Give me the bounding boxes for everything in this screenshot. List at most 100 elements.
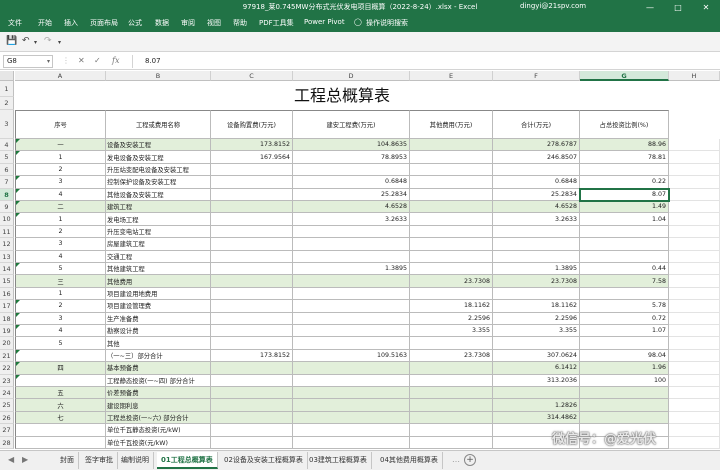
undo-icon[interactable]: ↶ <box>22 36 30 46</box>
table-cell[interactable] <box>211 275 293 288</box>
table-cell[interactable]: 246.8507 <box>493 151 580 164</box>
tab-home[interactable]: 开始 <box>38 18 52 28</box>
table-cell[interactable] <box>410 387 493 400</box>
table-cell[interactable] <box>669 250 720 263</box>
table-cell[interactable] <box>580 287 669 301</box>
table-cell[interactable]: 其他建筑工程 <box>106 263 211 276</box>
table-cell[interactable] <box>669 238 720 251</box>
row-header[interactable]: 21 <box>0 349 14 363</box>
table-cell[interactable]: 3.2633 <box>493 213 580 226</box>
table-cell[interactable] <box>580 411 669 425</box>
column-header-e[interactable]: E <box>410 71 493 81</box>
row-header[interactable]: 24 <box>0 387 14 400</box>
table-cell[interactable]: 价差预备费 <box>106 387 211 400</box>
table-cell[interactable] <box>669 201 720 214</box>
row-header[interactable]: 9 <box>0 201 14 214</box>
table-cell[interactable] <box>580 238 669 251</box>
table-cell[interactable]: 4 <box>15 325 106 338</box>
prev-sheet-icon[interactable]: ◀ <box>8 455 14 464</box>
table-cell[interactable] <box>669 225 720 239</box>
next-sheet-icon[interactable]: ▶ <box>22 455 28 464</box>
table-cell[interactable]: 173.8152 <box>211 139 293 152</box>
table-cell[interactable]: 1 <box>15 287 106 301</box>
save-icon[interactable]: 💾 <box>6 36 17 46</box>
table-cell[interactable]: （一~三）部分合计 <box>106 349 211 363</box>
table-cell[interactable]: 一 <box>15 139 106 152</box>
table-cell[interactable] <box>410 139 493 152</box>
table-cell[interactable] <box>580 387 669 400</box>
table-cell[interactable] <box>15 424 106 437</box>
table-cell[interactable]: 104.8635 <box>293 139 410 152</box>
table-cell[interactable] <box>580 225 669 239</box>
table-cell[interactable]: 4 <box>15 250 106 263</box>
table-cell[interactable]: 2 <box>15 225 106 239</box>
table-cell[interactable]: 升压变电站工程 <box>106 225 211 239</box>
table-cell[interactable] <box>293 300 410 313</box>
table-cell[interactable]: 4.6528 <box>293 201 410 214</box>
table-cell[interactable] <box>211 387 293 400</box>
table-cell[interactable]: 1.3895 <box>293 263 410 276</box>
table-cell[interactable]: 1 <box>15 151 106 164</box>
row-header[interactable]: 8 <box>0 188 14 201</box>
table-cell[interactable]: 78.81 <box>580 151 669 164</box>
table-cell[interactable] <box>669 163 720 177</box>
table-cell[interactable] <box>493 250 580 263</box>
table-cell[interactable] <box>15 436 106 449</box>
table-cell[interactable]: 1 <box>15 213 106 226</box>
sheet-tab[interactable]: 签字审批 <box>81 452 118 469</box>
row-header[interactable]: 10 <box>0 213 14 226</box>
table-cell[interactable]: 2 <box>15 300 106 313</box>
row-header[interactable]: 27 <box>0 424 14 437</box>
table-cell[interactable] <box>410 213 493 226</box>
tab-review[interactable]: 审阅 <box>181 18 195 28</box>
tab-help[interactable]: 帮助 <box>233 18 247 28</box>
table-cell[interactable]: 项目建设管理费 <box>106 300 211 313</box>
customize-toolbar-icon[interactable]: ▾ <box>58 39 61 46</box>
table-cell[interactable] <box>293 238 410 251</box>
table-cell[interactable] <box>211 399 293 412</box>
table-cell[interactable]: 发电设备及安装工程 <box>106 151 211 164</box>
table-cell[interactable]: 1.2826 <box>493 399 580 412</box>
table-cell[interactable] <box>493 163 580 177</box>
table-cell[interactable] <box>293 275 410 288</box>
table-cell[interactable] <box>211 312 293 325</box>
table-cell[interactable]: 278.6787 <box>493 139 580 152</box>
table-cell[interactable] <box>580 337 669 350</box>
worksheet-grid[interactable]: A B C D E F G H 1 2 3 工程总概算表 序号 工程或费用名称 设备购置费(万元) 建安工程费… <box>0 71 720 450</box>
table-cell[interactable] <box>410 238 493 251</box>
table-cell[interactable]: 3.2633 <box>293 213 410 226</box>
table-cell[interactable] <box>293 287 410 301</box>
row-header[interactable]: 14 <box>0 263 14 276</box>
table-cell[interactable] <box>669 387 720 400</box>
insert-function-icon[interactable]: fx <box>112 56 119 65</box>
table-cell[interactable]: 基本预备费 <box>106 362 211 375</box>
table-cell[interactable] <box>293 250 410 263</box>
table-cell[interactable] <box>669 436 720 449</box>
table-cell[interactable]: 设备及安装工程 <box>106 139 211 152</box>
table-cell[interactable]: 3.355 <box>410 325 493 338</box>
table-cell[interactable] <box>293 163 410 177</box>
table-cell[interactable]: 2.2596 <box>410 312 493 325</box>
table-cell[interactable]: 交通工程 <box>106 250 211 263</box>
table-cell[interactable]: 88.96 <box>580 139 669 152</box>
tab-power-pivot[interactable]: Power Pivot <box>304 18 345 26</box>
table-cell[interactable] <box>410 250 493 263</box>
table-cell[interactable]: 314.4862 <box>493 411 580 425</box>
table-cell[interactable]: 三 <box>15 275 106 288</box>
row-header[interactable]: 13 <box>0 250 14 263</box>
row-header[interactable]: 23 <box>0 374 14 387</box>
table-cell[interactable]: 18.1162 <box>410 300 493 313</box>
table-cell[interactable]: 5.78 <box>580 300 669 313</box>
table-cell[interactable] <box>410 424 493 437</box>
table-cell[interactable] <box>410 436 493 449</box>
table-cell[interactable] <box>293 325 410 338</box>
table-cell[interactable] <box>669 287 720 301</box>
table-cell[interactable] <box>211 250 293 263</box>
table-cell[interactable] <box>410 263 493 276</box>
table-header-cell[interactable]: 占总投资比例(%) <box>580 110 669 139</box>
table-cell[interactable] <box>669 213 720 226</box>
more-sheets-icon[interactable]: … <box>452 455 460 464</box>
column-header-d[interactable]: D <box>293 71 410 81</box>
table-cell[interactable]: 升压站变配电设备及安装工程 <box>106 163 211 177</box>
table-cell[interactable] <box>410 399 493 412</box>
